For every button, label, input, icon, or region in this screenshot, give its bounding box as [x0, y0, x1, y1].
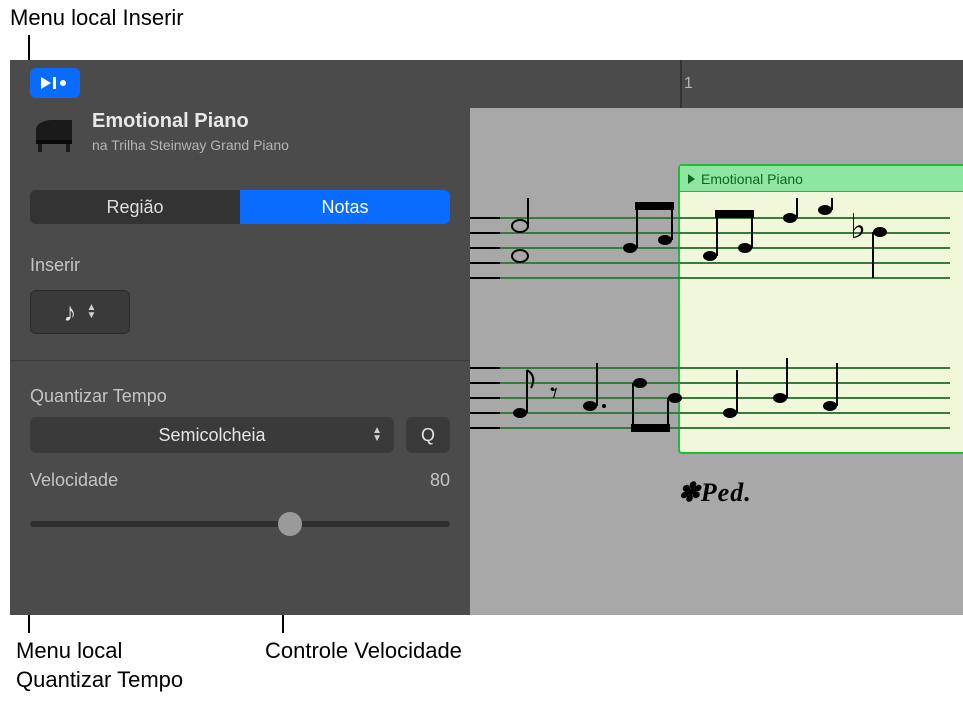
insert-label: Inserir [30, 255, 130, 276]
tab-region[interactable]: Região [30, 190, 240, 224]
track-title: Emotional Piano [92, 110, 289, 133]
catch-playhead-icon [39, 73, 71, 93]
eighth-note-icon: ♪ [64, 299, 77, 325]
track-subtitle: na Trilha Steinway Grand Piano [92, 137, 289, 153]
play-icon [688, 174, 695, 184]
region-header[interactable]: Emotional Piano [680, 166, 963, 192]
quantize-button[interactable]: Q [406, 417, 450, 453]
callout-insert-menu: Menu local Inserir [10, 4, 184, 33]
slider-thumb[interactable] [278, 512, 302, 536]
popup-arrows-icon: ▲▼ [372, 427, 382, 443]
callout-text: Quantizar Tempo [16, 667, 183, 692]
inspector-tabs: Região Notas [30, 190, 450, 224]
score-canvas[interactable]: Emotional Piano [470, 108, 963, 615]
callout-quantize-menu: Menu local Quantizar Tempo [16, 637, 183, 694]
svg-text:♭: ♭ [850, 209, 866, 246]
quantize-label: Quantizar Tempo [30, 386, 450, 407]
callout-text: Menu local [16, 638, 122, 663]
catch-playhead-button[interactable] [30, 68, 80, 98]
score-editor-window: Emotional Piano na Trilha Steinway Grand… [10, 60, 963, 615]
divider [10, 360, 470, 361]
time-ruler[interactable]: 1 [470, 60, 963, 108]
callout-velocity: Controle Velocidade [265, 637, 462, 666]
quantize-popup[interactable]: Semicolcheia ▲▼ [30, 417, 394, 453]
piano-icon [30, 112, 78, 152]
bar-number: 1 [684, 75, 693, 93]
inspector-panel: Emotional Piano na Trilha Steinway Grand… [10, 60, 470, 615]
svg-text:𝄾: 𝄾 [550, 377, 558, 410]
pedal-marking: ✽Ped. [678, 478, 752, 508]
tab-notes[interactable]: Notas [240, 190, 450, 224]
score-area: 1 Emotional Piano [470, 60, 963, 615]
track-header: Emotional Piano na Trilha Steinway Grand… [30, 110, 450, 153]
velocity-value: 80 [430, 470, 450, 491]
region-name: Emotional Piano [701, 171, 803, 187]
popup-arrows-icon: ▲▼ [87, 304, 97, 320]
velocity-label: Velocidade [30, 470, 118, 491]
quantize-value: Semicolcheia [158, 425, 265, 446]
insert-note-popup[interactable]: ♪ ▲▼ [30, 290, 130, 334]
slider-track [30, 521, 450, 527]
grand-staff: 𝄞 4 4 [470, 198, 950, 458]
velocity-slider[interactable] [30, 512, 450, 536]
